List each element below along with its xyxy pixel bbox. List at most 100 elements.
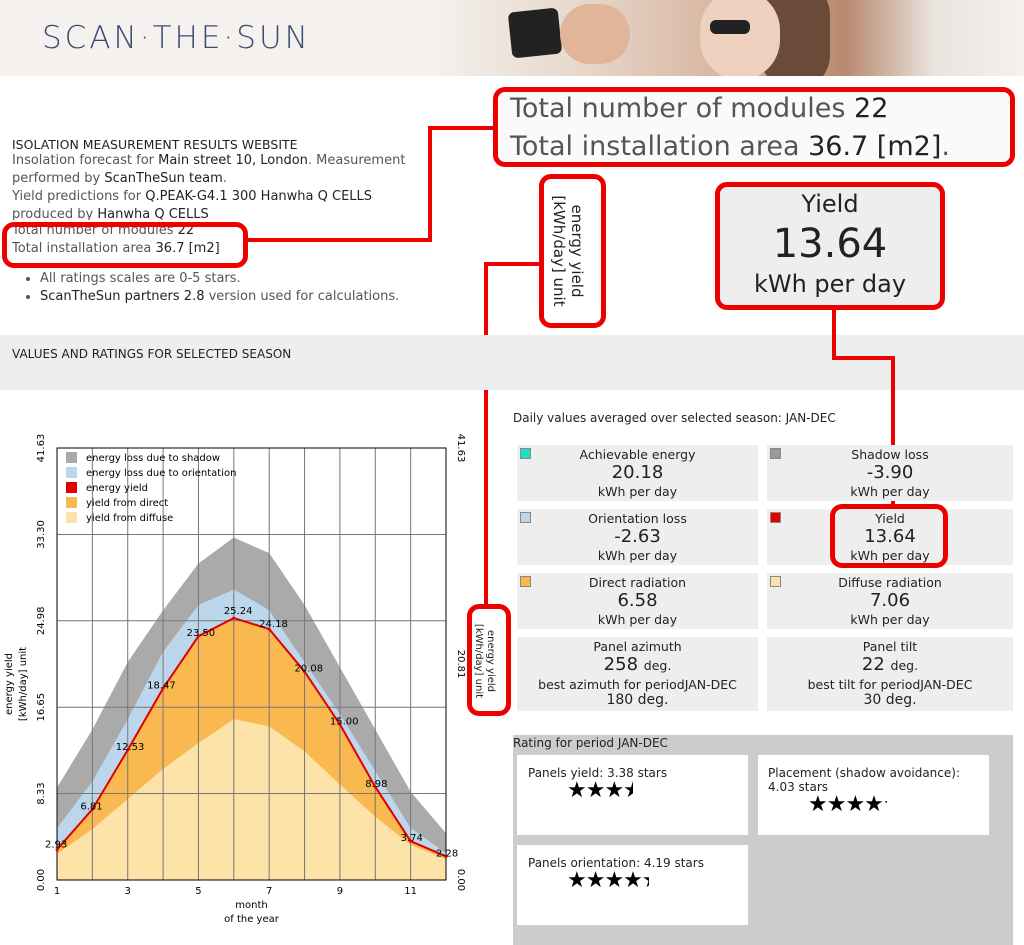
cell-value: -2.63: [614, 526, 661, 547]
site-logo[interactable]: SCAN·THE·SUN: [42, 20, 311, 56]
cell-value: 258 deg.: [517, 654, 758, 677]
version-rest: version used for calculations.: [204, 289, 400, 304]
best-tilt-value: 30 deg.: [863, 692, 917, 708]
legend-swatch: [66, 452, 77, 463]
performed-prefix: performed by: [12, 171, 105, 186]
y-tick-label: 33.30: [36, 520, 47, 549]
data-label: 2.93: [45, 840, 67, 851]
cell-label: Direct radiation: [588, 575, 687, 590]
rating-card-orientation: Panels orientation: 4.19 stars ★★★★★: [517, 845, 748, 925]
energy-yield-chart: 2.936.8112.5318.4723.5025.2424.1820.0815…: [4, 434, 466, 925]
legend-swatch: [66, 482, 77, 493]
cell-label: Orientation loss: [588, 511, 687, 526]
cell-label: Achievable energy: [579, 447, 696, 462]
connector-line: [484, 262, 488, 608]
callout-area-end: .: [941, 131, 950, 162]
daily-caption: Daily values averaged over selected seas…: [513, 411, 836, 425]
section-bar: VALUES AND RATINGS FOR SELECTED SEASON: [0, 335, 1024, 390]
y-axis-label: [kWh/day] unit: [18, 647, 29, 721]
x-tick-label: 7: [266, 886, 272, 897]
cell-value: 7.06: [869, 590, 911, 611]
callout-unit-text2: [kWh/day] unit: [542, 174, 568, 328]
data-label: 15.00: [330, 716, 359, 727]
data-label: 12.53: [116, 742, 145, 753]
glasses-illustration: [710, 20, 750, 34]
cell-orientation-loss: Orientation loss -2.63 kWh per day: [517, 509, 758, 565]
y-tick-label: 0.00: [36, 869, 47, 891]
section-title: VALUES AND RATINGS FOR SELECTED SEASON: [12, 347, 292, 361]
legend-label: energy loss due to shadow: [86, 453, 220, 464]
tilt-value: 22: [861, 654, 885, 675]
y-axis-label: energy yield: [4, 653, 15, 715]
rating-orientation-stars: ★★★★★: [567, 868, 649, 893]
x-axis-label: month: [235, 900, 267, 911]
module-text: Q.PEAK-G4.1 300 Hanwha Q CELLS: [145, 189, 373, 204]
produced-prefix: produced by: [12, 207, 98, 220]
callout-area-label: Total installation area: [510, 131, 809, 162]
y-right-tick-label: 20.81: [455, 650, 466, 679]
connector-line: [428, 126, 498, 130]
x-tick-label: 3: [125, 886, 131, 897]
tilt-unit: deg.: [890, 658, 919, 673]
team-text: ScanTheSun team: [104, 171, 223, 186]
info-forecast: Insolation forecast for Main street 10, …: [12, 152, 452, 170]
y-tick-label: 8.33: [36, 782, 47, 804]
legend-swatch: [520, 576, 531, 587]
callout-frame-small: [2, 222, 248, 268]
callout-modules-label: Total number of modules: [510, 93, 855, 124]
legend-swatch: [770, 512, 781, 523]
unit-small-line1: energy yield: [485, 630, 496, 692]
rating-yield-stars: ★★★★: [567, 778, 633, 803]
cell-label: Panel azimuth: [593, 639, 682, 654]
cell-direct-radiation: Direct radiation 6.58 kWh per day: [517, 573, 758, 629]
info-title: ISOLATION MEASUREMENT RESULTS WEBSITE: [12, 137, 298, 152]
connector-line: [428, 126, 432, 240]
notes-list: All ratings scales are 0-5 stars. ScanTh…: [40, 270, 452, 306]
x-axis-label: of the year: [224, 914, 280, 925]
best-tilt-label: best tilt for periodJAN-DEC: [807, 677, 973, 692]
callout-area: Total installation area 36.7 [m2].: [510, 128, 950, 166]
best-azimuth-value: 180 deg.: [606, 692, 669, 708]
callout-yield-unit: kWh per day: [753, 270, 907, 298]
info-produced: produced by Hanwha Q CELLS: [12, 206, 452, 220]
header-photo: [430, 0, 1024, 76]
face-illustration: [700, 0, 780, 76]
y-tick-label: 16.65: [36, 693, 47, 722]
rating-placement-label: Placement (shadow avoidance):: [768, 766, 960, 780]
yield-prefix: Yield predictions for: [12, 189, 146, 204]
legend-swatch: [770, 576, 781, 587]
best-azimuth-label: best azimuth for periodJAN-DEC: [538, 677, 737, 692]
connector-line: [832, 335, 836, 358]
callout-yield-value: 13.64: [772, 221, 888, 267]
measure-prefix: . Measurement: [307, 153, 406, 168]
note-version: ScanTheSun partners 2.8 version used for…: [40, 288, 452, 306]
unit-line2: [kWh/day] unit: [550, 195, 568, 307]
phone-illustration: [507, 7, 563, 59]
data-label: 23.50: [186, 628, 215, 639]
legend-label: yield from direct: [86, 498, 168, 509]
location-text: Main street 10, London: [158, 153, 308, 168]
legend-swatch: [66, 497, 77, 508]
cell-value: 22 deg.: [767, 654, 1013, 677]
callout-yield: Yield 13.64 kWh per day: [720, 190, 940, 298]
x-tick-label: 1: [54, 886, 60, 897]
legend-swatch: [66, 467, 77, 478]
callout-area-value: 36.7 [m2]: [808, 131, 942, 162]
connector-line: [484, 262, 544, 266]
data-label: 18.47: [147, 680, 176, 691]
cell-unit: kWh per day: [597, 548, 678, 563]
hand-illustration: [560, 4, 630, 64]
cell-unit: kWh per day: [597, 612, 678, 627]
x-tick-label: 9: [337, 886, 343, 897]
info-performed: performed by ScanTheSun team.: [12, 171, 227, 186]
unit-line1: energy yield: [568, 204, 586, 298]
legend-swatch: [770, 448, 781, 459]
cell-shadow-loss: Shadow loss -3.90 kWh per day: [767, 445, 1013, 501]
rating-placement-stars: ★★★★★: [808, 792, 887, 817]
legend-swatch: [520, 448, 531, 459]
cell-panel-tilt: Panel tilt 22 deg. best tilt for periodJ…: [767, 637, 1013, 711]
callout-frame-yield-cell: [830, 504, 948, 568]
cell-value: 6.58: [617, 590, 658, 611]
rating-title: Rating for period JAN-DEC: [513, 736, 668, 750]
callout-big-text: Total number of modules 22 Total install…: [510, 90, 950, 166]
